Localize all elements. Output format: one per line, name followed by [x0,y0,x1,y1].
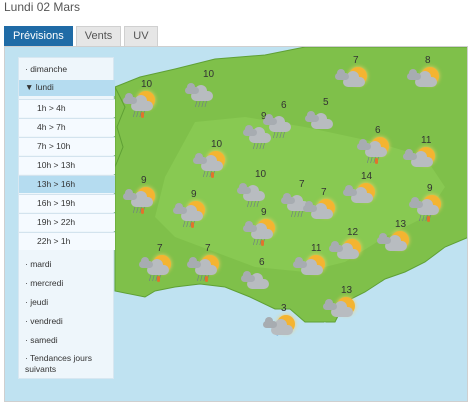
weather-marker[interactable]: 7 [303,187,343,227]
weather-marker[interactable]: ////10 [237,169,277,209]
temperature-label: 5 [323,97,329,108]
temperature-label: 7 [205,243,211,254]
weather-marker[interactable]: 8 [407,55,447,95]
temperature-label: 7 [353,55,359,66]
slot-16h-19h[interactable]: 16h > 19h [19,194,115,212]
weather-marker[interactable]: 3 [263,303,303,343]
sidebar-day-lundi[interactable]: ▼ lundi [19,80,115,96]
weather-marker[interactable]: ////9 [123,175,163,215]
temperature-label: 10 [211,139,223,150]
weather-marker[interactable]: ////10 [123,79,163,119]
weather-marker[interactable]: 11 [403,135,443,175]
temperature-label: 10 [141,79,153,90]
weather-marker[interactable]: ////9 [173,189,213,229]
slot-22h-1h[interactable]: 22h > 1h [19,232,115,250]
slot-1h-4h[interactable]: 1h > 4h [19,99,115,117]
temperature-label: 6 [375,125,381,136]
sidebar-day-vendredi[interactable]: · vendredi [19,316,115,327]
weather-marker[interactable]: 12 [329,227,369,267]
temperature-label: 13 [395,219,407,230]
temperature-label: 11 [311,243,322,254]
weather-marker[interactable]: 14 [343,171,383,211]
weather-marker[interactable]: ////10 [185,69,225,109]
map-panel: ❄ · dimanche ▼ lundi 1h > 4h 4h > 7h 7h … [4,46,468,402]
temperature-label: 9 [191,189,197,200]
weather-marker[interactable]: 13 [377,219,417,259]
temperature-label: 3 [281,303,287,314]
weather-marker[interactable]: 6 [241,257,281,297]
slot-7h-10h[interactable]: 7h > 10h [19,137,115,155]
sidebar-tendances[interactable]: · Tendances jours suivants [19,353,109,375]
sidebar-day-mercredi[interactable]: · mercredi [19,278,115,289]
slot-10h-13h[interactable]: 10h > 13h [19,156,115,174]
sidebar-day-samedi[interactable]: · samedi [19,335,115,346]
temperature-label: 7 [157,243,163,254]
weather-marker[interactable]: 11 [293,243,333,283]
slot-19h-22h[interactable]: 19h > 22h [19,213,115,231]
sidebar-day-lundi-label: lundi [35,82,54,92]
temperature-label: 9 [141,175,147,186]
sidebar-day-dimanche[interactable]: · dimanche [19,64,115,75]
page-title: Lundi 02 Mars [4,0,81,14]
weather-marker[interactable]: ////9 [243,207,283,247]
temperature-label: 6 [259,257,265,268]
temperature-label: 9 [427,183,433,194]
temperature-label: 10 [203,69,215,80]
slot-13h-16h[interactable]: 13h > 16h [19,175,115,193]
tab-previsions[interactable]: Prévisions [4,26,73,46]
temperature-label: 8 [425,55,431,66]
tab-bar: Prévisions Vents UV [4,26,161,46]
weather-marker[interactable]: ////10 [193,139,233,179]
temperature-label: 6 [281,100,287,111]
weather-marker[interactable]: ////7 [187,243,227,283]
weather-marker[interactable]: ////9 [409,183,449,223]
temperature-label: 11 [421,135,432,146]
sidebar-day-mardi[interactable]: · mardi [19,259,115,270]
weather-marker[interactable]: 7 [335,55,375,95]
triangle-down-icon: ▼ [25,82,34,92]
slot-4h-7h[interactable]: 4h > 7h [19,118,115,136]
sidebar: · dimanche ▼ lundi 1h > 4h 4h > 7h 7h > … [18,57,115,379]
weather-marker[interactable]: ////7 [139,243,179,283]
temperature-label: 9 [261,207,267,218]
weather-marker[interactable]: ////6 [357,125,397,165]
temperature-label: 7 [321,187,327,198]
temperature-label: 13 [341,285,353,296]
tab-vents[interactable]: Vents [75,26,122,46]
weather-marker[interactable]: ////6 [263,100,303,140]
temperature-label: 12 [347,227,359,238]
weather-marker[interactable]: 5 [305,97,345,137]
sidebar-day-jeudi[interactable]: · jeudi [19,297,115,308]
temperature-label: 14 [361,171,373,182]
weather-marker[interactable]: 13 [323,285,363,325]
temperature-label: 10 [255,169,267,180]
tab-uv[interactable]: UV [124,26,158,46]
